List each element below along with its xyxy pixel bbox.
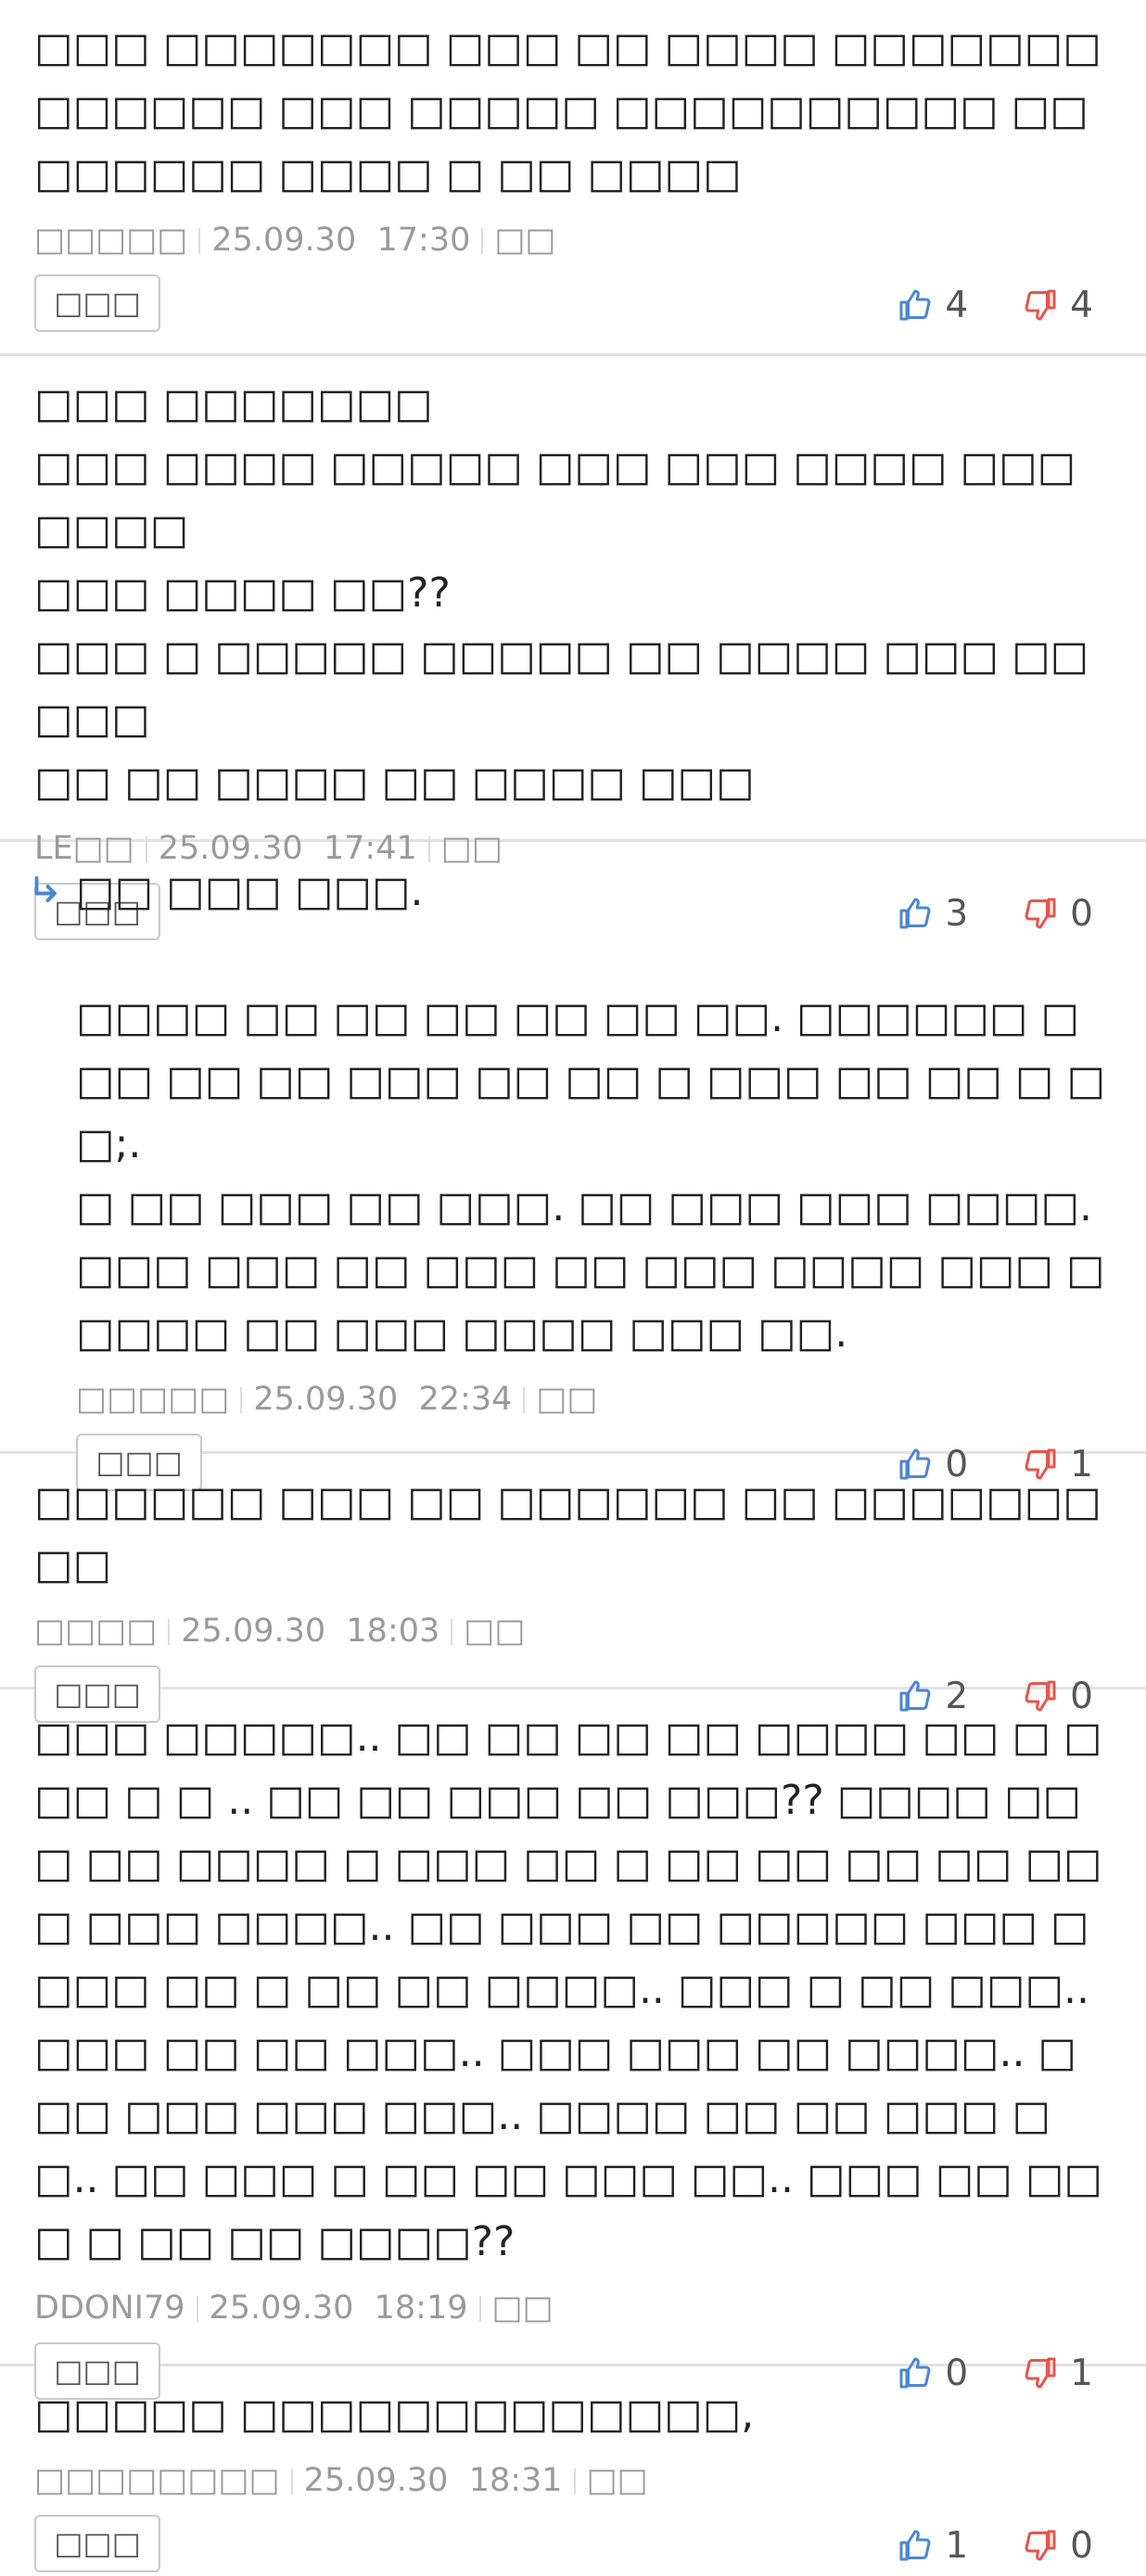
meta-divider xyxy=(481,228,484,254)
comment-action-link[interactable]: □□ xyxy=(587,2462,648,2499)
dislike-count: 0 xyxy=(1070,2524,1093,2567)
reply-button[interactable]: □□□ xyxy=(34,2515,160,2572)
comment-author[interactable]: □□□□□ xyxy=(76,1381,229,1418)
comment-time: 17:30 xyxy=(376,222,471,259)
vote-group: 1 0 xyxy=(898,2519,1093,2572)
thumbs-up-icon xyxy=(899,289,931,321)
comment-item: □□□ □□□□□□□ □□□ □□□□ □□□□□ □□□ □□□ □□□□ … xyxy=(0,356,1146,940)
dislike-button[interactable]: 4 xyxy=(1024,285,1093,326)
meta-divider xyxy=(198,228,201,254)
comment-text: □□□□□ □□□□□□□□□□□□□, xyxy=(34,2391,755,2438)
meta-divider xyxy=(196,2296,198,2322)
thumbs-up-icon xyxy=(899,2530,931,2561)
meta-divider xyxy=(240,1387,243,1413)
comment-author[interactable]: □□□□□□□□ xyxy=(34,2462,280,2499)
meta-divider xyxy=(523,1387,526,1413)
comment-date: 25.09.30 xyxy=(253,1381,399,1418)
comment-time: 18:19 xyxy=(374,2289,468,2327)
comment-item: □□□□□□ □□□ □□ □□□□□□ □□ □□□□□□□□□ □□□□ 25… xyxy=(0,1454,1146,1723)
meta-divider xyxy=(573,2468,576,2494)
comment-action-link[interactable]: □□ xyxy=(464,1613,525,1650)
comment-date: 25.09.30 xyxy=(303,2462,449,2499)
comment-list: □□□ □□□□□□□ □□□ □□ □□□□ □□□□□□□ □□□□□□ □… xyxy=(0,0,1146,2572)
comment-meta: □□□□□□□□ 25.09.30 18:31 □□ xyxy=(34,2457,1112,2504)
reply-button[interactable]: □□□ xyxy=(34,274,160,332)
meta-divider xyxy=(478,2296,481,2322)
comment-time: 18:31 xyxy=(468,2462,563,2499)
comment-actions: □□□ 1 0 xyxy=(34,2515,1112,2576)
thumbs-down-icon xyxy=(1025,289,1056,321)
reply-arrow-icon xyxy=(34,876,57,902)
dislike-button[interactable]: 0 xyxy=(1024,2525,1093,2567)
comment-author[interactable]: □□□□□ xyxy=(34,222,187,259)
thumbs-down-icon xyxy=(1025,2530,1056,2561)
comment-time: 22:34 xyxy=(418,1381,513,1418)
comment-text: □□□□□□ □□□ □□ □□□□□□ □□ □□□□□□□□□ xyxy=(34,1478,1101,1588)
comment-meta: □□□□□ 25.09.30 22:34 □□ xyxy=(76,1376,1112,1422)
comment-item: □□□□□ □□□□□□□□□□□□□, □□□□□□□□ 25.09.30 18… xyxy=(0,2366,1146,2572)
like-button[interactable]: 1 xyxy=(898,2525,968,2567)
comment-text: □□□ □□□□□□□ □□□ □□□□ □□□□□ □□□ □□□ □□□□ … xyxy=(34,380,1089,806)
comment-meta: □□□□□ 25.09.30 17:30 □□ xyxy=(34,217,1112,263)
comment-author[interactable]: □□□□ xyxy=(34,1613,157,1650)
comment-item: □□□ □□□□□.. □□ □□ □□ □□ □□□□ □□ □ □□□ □ … xyxy=(0,1690,1146,2400)
comment-text: □□□ □□□□□□□ □□□ □□ □□□□ □□□□□□□ □□□□□□ □… xyxy=(34,24,1114,198)
like-button[interactable]: 4 xyxy=(898,285,968,326)
like-count: 4 xyxy=(945,284,969,326)
like-count: 1 xyxy=(945,2524,969,2567)
dislike-count: 4 xyxy=(1070,284,1093,326)
comment-author[interactable]: DDONI79 xyxy=(34,2289,185,2327)
comment-actions: □□□ 4 4 xyxy=(34,274,1112,336)
comment-action-link[interactable]: □□ xyxy=(494,222,555,259)
comment-date: 25.09.30 xyxy=(181,1613,326,1650)
comment-date: 25.09.30 xyxy=(211,222,357,259)
comment-meta: □□□□ 25.09.30 18:03 □□ xyxy=(34,1608,1112,1654)
vote-group: 4 4 xyxy=(898,278,1093,332)
comment-text: □□ □□□ □□□. □□□□ □□ □□ □□ □□ □□ □□. □□□□… xyxy=(76,868,1106,1357)
comment-meta: DDONI79 25.09.30 18:19 □□ xyxy=(34,2285,1112,2331)
comment-action-link[interactable]: □□ xyxy=(492,2289,554,2327)
meta-divider xyxy=(168,1619,171,1645)
comment-time: 18:03 xyxy=(346,1613,440,1650)
meta-divider xyxy=(451,1619,453,1645)
comment-text: □□□ □□□□□.. □□ □□ □□ □□ □□□□ □□ □ □□□ □ … xyxy=(34,1714,1102,2265)
comment-date: 25.09.30 xyxy=(209,2289,354,2327)
comment-item: □□□ □□□□□□□ □□□ □□ □□□□ □□□□□□□ □□□□□□ □… xyxy=(0,0,1146,356)
reply-comment-item: □□ □□□ □□□. □□□□ □□ □□ □□ □□ □□ □□. □□□□… xyxy=(0,842,1146,1491)
meta-divider xyxy=(290,2468,293,2494)
comment-action-link[interactable]: □□ xyxy=(536,1381,597,1418)
